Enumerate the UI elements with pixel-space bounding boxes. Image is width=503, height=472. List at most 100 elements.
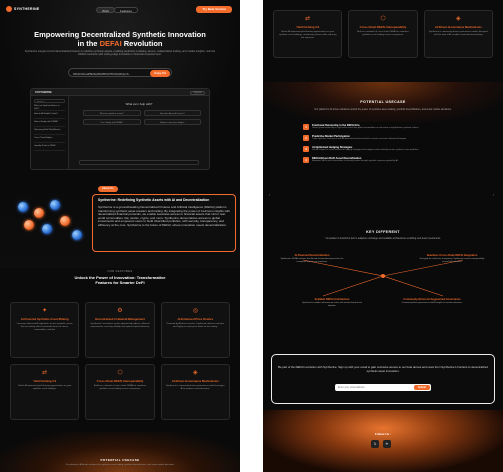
hero-accent-word: DEFAI <box>99 39 122 48</box>
nav-link-work[interactable]: Work <box>96 7 115 13</box>
feature-card: ◎ AI-Enhanced Price Oracles Powered by A… <box>160 302 230 358</box>
usecase-number: 3 <box>303 146 309 152</box>
feature-title: AI-Enhanced Price Oracles <box>177 317 214 321</box>
hero-subtitle: Syntherine merges AI and decentralized f… <box>24 50 216 57</box>
hero-title-line2: in the DEFAI Revolution <box>77 39 163 48</box>
feature-title: Cross-Chain DEFAI Interoperability <box>96 379 144 383</box>
coin-icon <box>42 224 52 234</box>
feature-desc: Unlock AI-optimized yield farming opport… <box>278 31 337 39</box>
features-grid: ✦ AI-Powered Synthetic Asset Minting Lev… <box>10 302 230 420</box>
governance-icon: ◈ <box>193 370 198 376</box>
social-links: 𝕏 ✈ <box>371 440 391 448</box>
coin-icon <box>50 200 60 210</box>
coins-illustration <box>10 198 90 246</box>
governance-icon: ◈ <box>456 16 461 22</box>
suggestion-chip[interactable]: How does AI predict prices? <box>143 110 201 116</box>
coin-icon <box>24 220 34 230</box>
usecase-number: 1 <box>303 124 309 130</box>
usecase-desc: Unlock partial ownership in high-value a… <box>312 127 419 129</box>
chain-icon: ⬡ <box>117 370 123 376</box>
try-beta-button[interactable]: Try Beta Version <box>196 6 232 13</box>
suggestion-chip[interactable]: Explain cross chain bridges <box>143 119 201 125</box>
coin-icon <box>72 230 82 240</box>
feature-card: ◈ AI-Driven Governance Mechanisms Synthe… <box>160 364 230 420</box>
feature-title: AI-Driven Governance Mechanisms <box>434 25 482 29</box>
suggestion-chip[interactable]: Can I hedge with DEFAI? <box>83 119 141 125</box>
features-kicker: OUR FEATURES <box>107 270 133 273</box>
carousel-next-icon[interactable]: › <box>493 192 494 197</box>
key-different-node: Seamless Cross-Chain DEFAI Integration De… <box>419 254 485 263</box>
chat-input[interactable] <box>79 160 199 165</box>
feature-desc: Built on a network of cross-chain DEFAI … <box>357 31 409 36</box>
sidebar-item[interactable]: How to Hedge with DEFAI? <box>34 121 65 127</box>
email-field[interactable] <box>338 385 398 390</box>
features-header: OUR FEATURES Unlock the Power of Innovat… <box>0 270 240 285</box>
app-titlebar: SYNTHERINE Upgrade <box>31 89 209 96</box>
sidebar-item[interactable]: How do AI Models Predict? <box>34 113 65 119</box>
feature-desc: Unlock AI-optimized yield farming opport… <box>17 385 72 390</box>
usecase-item: 4 DEFAI-Driven DAO Asset Diversification… <box>303 157 483 163</box>
app-search-input[interactable]: Search... <box>34 99 65 103</box>
coin-icon <box>60 216 70 226</box>
key-different-node: Community-Driven AI-Augmented Governance… <box>401 298 463 304</box>
app-name: SYNTHERINE <box>35 90 52 94</box>
feature-title: Yield Farming 2.0 <box>296 25 320 29</box>
sparkle-icon: ✦ <box>42 308 48 314</box>
usecase-desc: Use AI insights to create advanced hedgi… <box>312 149 419 151</box>
page-top-column: SYNTHERINE Work Features Try Beta Versio… <box>0 0 240 472</box>
subscribe-form: Submit <box>335 384 431 391</box>
suggestion-chip[interactable]: What are synthetic assets? <box>83 110 141 116</box>
contract-address-field[interactable] <box>73 70 149 77</box>
feature-desc: Syntherine's innovative system dynamical… <box>90 323 150 328</box>
usecase-subtitle: Our platform's AI-driven solutions for s… <box>65 464 175 466</box>
coin-icon <box>34 208 44 218</box>
subscribe-text: Be part of the DEFAI revolution with Syn… <box>278 365 488 373</box>
swap-icon: ⇄ <box>305 16 311 22</box>
sidebar-item[interactable]: Liquidity Pools in DEFAI <box>34 145 65 151</box>
section-glow <box>0 432 240 472</box>
sidebar-item[interactable]: Cross Chain Bridges <box>34 137 65 143</box>
hero-title: Empowering Decentralized Synthetic Innov… <box>10 30 230 48</box>
nav-link-features[interactable]: Features <box>114 7 138 13</box>
sidebar-item[interactable]: Tokenizing Real World Assets <box>34 129 65 135</box>
chat-prompt-heading: What can I help with? <box>125 102 153 106</box>
feature-card: ◈ AI-Driven Governance Mechanisms Synthe… <box>423 10 493 58</box>
feature-card: ⇄ Yield Farming 2.0 Unlock AI-optimized … <box>273 10 343 58</box>
usecase-list: 1 Fractional Ownership in the DEFAI Era U… <box>303 124 483 168</box>
telegram-icon[interactable]: ✈ <box>383 440 391 448</box>
usecase-item: 3 AI-Optimized Hedging Strategies Use AI … <box>303 146 483 152</box>
logo-icon <box>6 6 12 12</box>
usecase-heading: POTENTIAL USECASE <box>100 458 140 462</box>
feature-title: Yield Farming 2.0 <box>33 379 57 383</box>
submit-button[interactable]: Submit <box>413 385 430 390</box>
app-chat-area: What can I help with? What are synthetic… <box>69 96 209 169</box>
gear-icon: ⚙ <box>117 308 123 314</box>
x-icon[interactable]: 𝕏 <box>371 440 379 448</box>
upgrade-badge[interactable]: Upgrade <box>190 90 205 95</box>
key-different-node: AI-Powered Decentralization Syntherine's … <box>280 254 344 263</box>
usecase-item: 2 Predictive Market Participation Trade s… <box>303 135 483 141</box>
coin-icon <box>18 202 28 212</box>
brand-logo[interactable]: SYNTHERINE <box>6 6 40 12</box>
feature-card: ⬡ Cross-Chain DEFAI Interoperability Bui… <box>348 10 418 58</box>
about-section: About Us Syntherine: Redefining Syntheti… <box>0 176 240 268</box>
feature-desc: Syntherine's community-driven governance… <box>429 31 488 36</box>
usecase-number: 2 <box>303 135 309 141</box>
features-grid-continued: ⇄ Yield Farming 2.0 Unlock AI-optimized … <box>273 10 493 58</box>
follow-us-label: Follow Us : <box>375 432 391 436</box>
usecase-subtitle: Our platform's AI-driven solutions unloc… <box>314 108 452 111</box>
contract-address-bar: Copy CA <box>68 68 172 77</box>
feature-title: AI-Powered Synthetic Asset Minting <box>20 317 69 321</box>
feature-card: ⇄ Yield Farming 2.0 Unlock AI-optimized … <box>10 364 80 420</box>
copy-ca-button[interactable]: Copy CA <box>150 70 170 77</box>
subscribe-panel <box>271 354 495 404</box>
app-preview: SYNTHERINE Upgrade Search... What are Sy… <box>30 88 210 170</box>
hero-title-line1: Empowering Decentralized Synthetic Innov… <box>34 30 206 39</box>
carousel-prev-icon[interactable]: ‹ <box>269 192 270 197</box>
key-different-subtitle: Innovation to transform defi in adaptive… <box>325 237 441 240</box>
sidebar-item[interactable]: What are Synthetic Assets in DeFi? <box>34 105 65 111</box>
about-us-badge: About Us <box>98 186 118 192</box>
feature-desc: Syntherine's community-driven governance… <box>166 385 225 390</box>
key-different-heading: KEY DIFFERENT <box>366 230 400 234</box>
key-different-node: Scalable DEFAI Architecture Syntherine's … <box>302 298 362 307</box>
